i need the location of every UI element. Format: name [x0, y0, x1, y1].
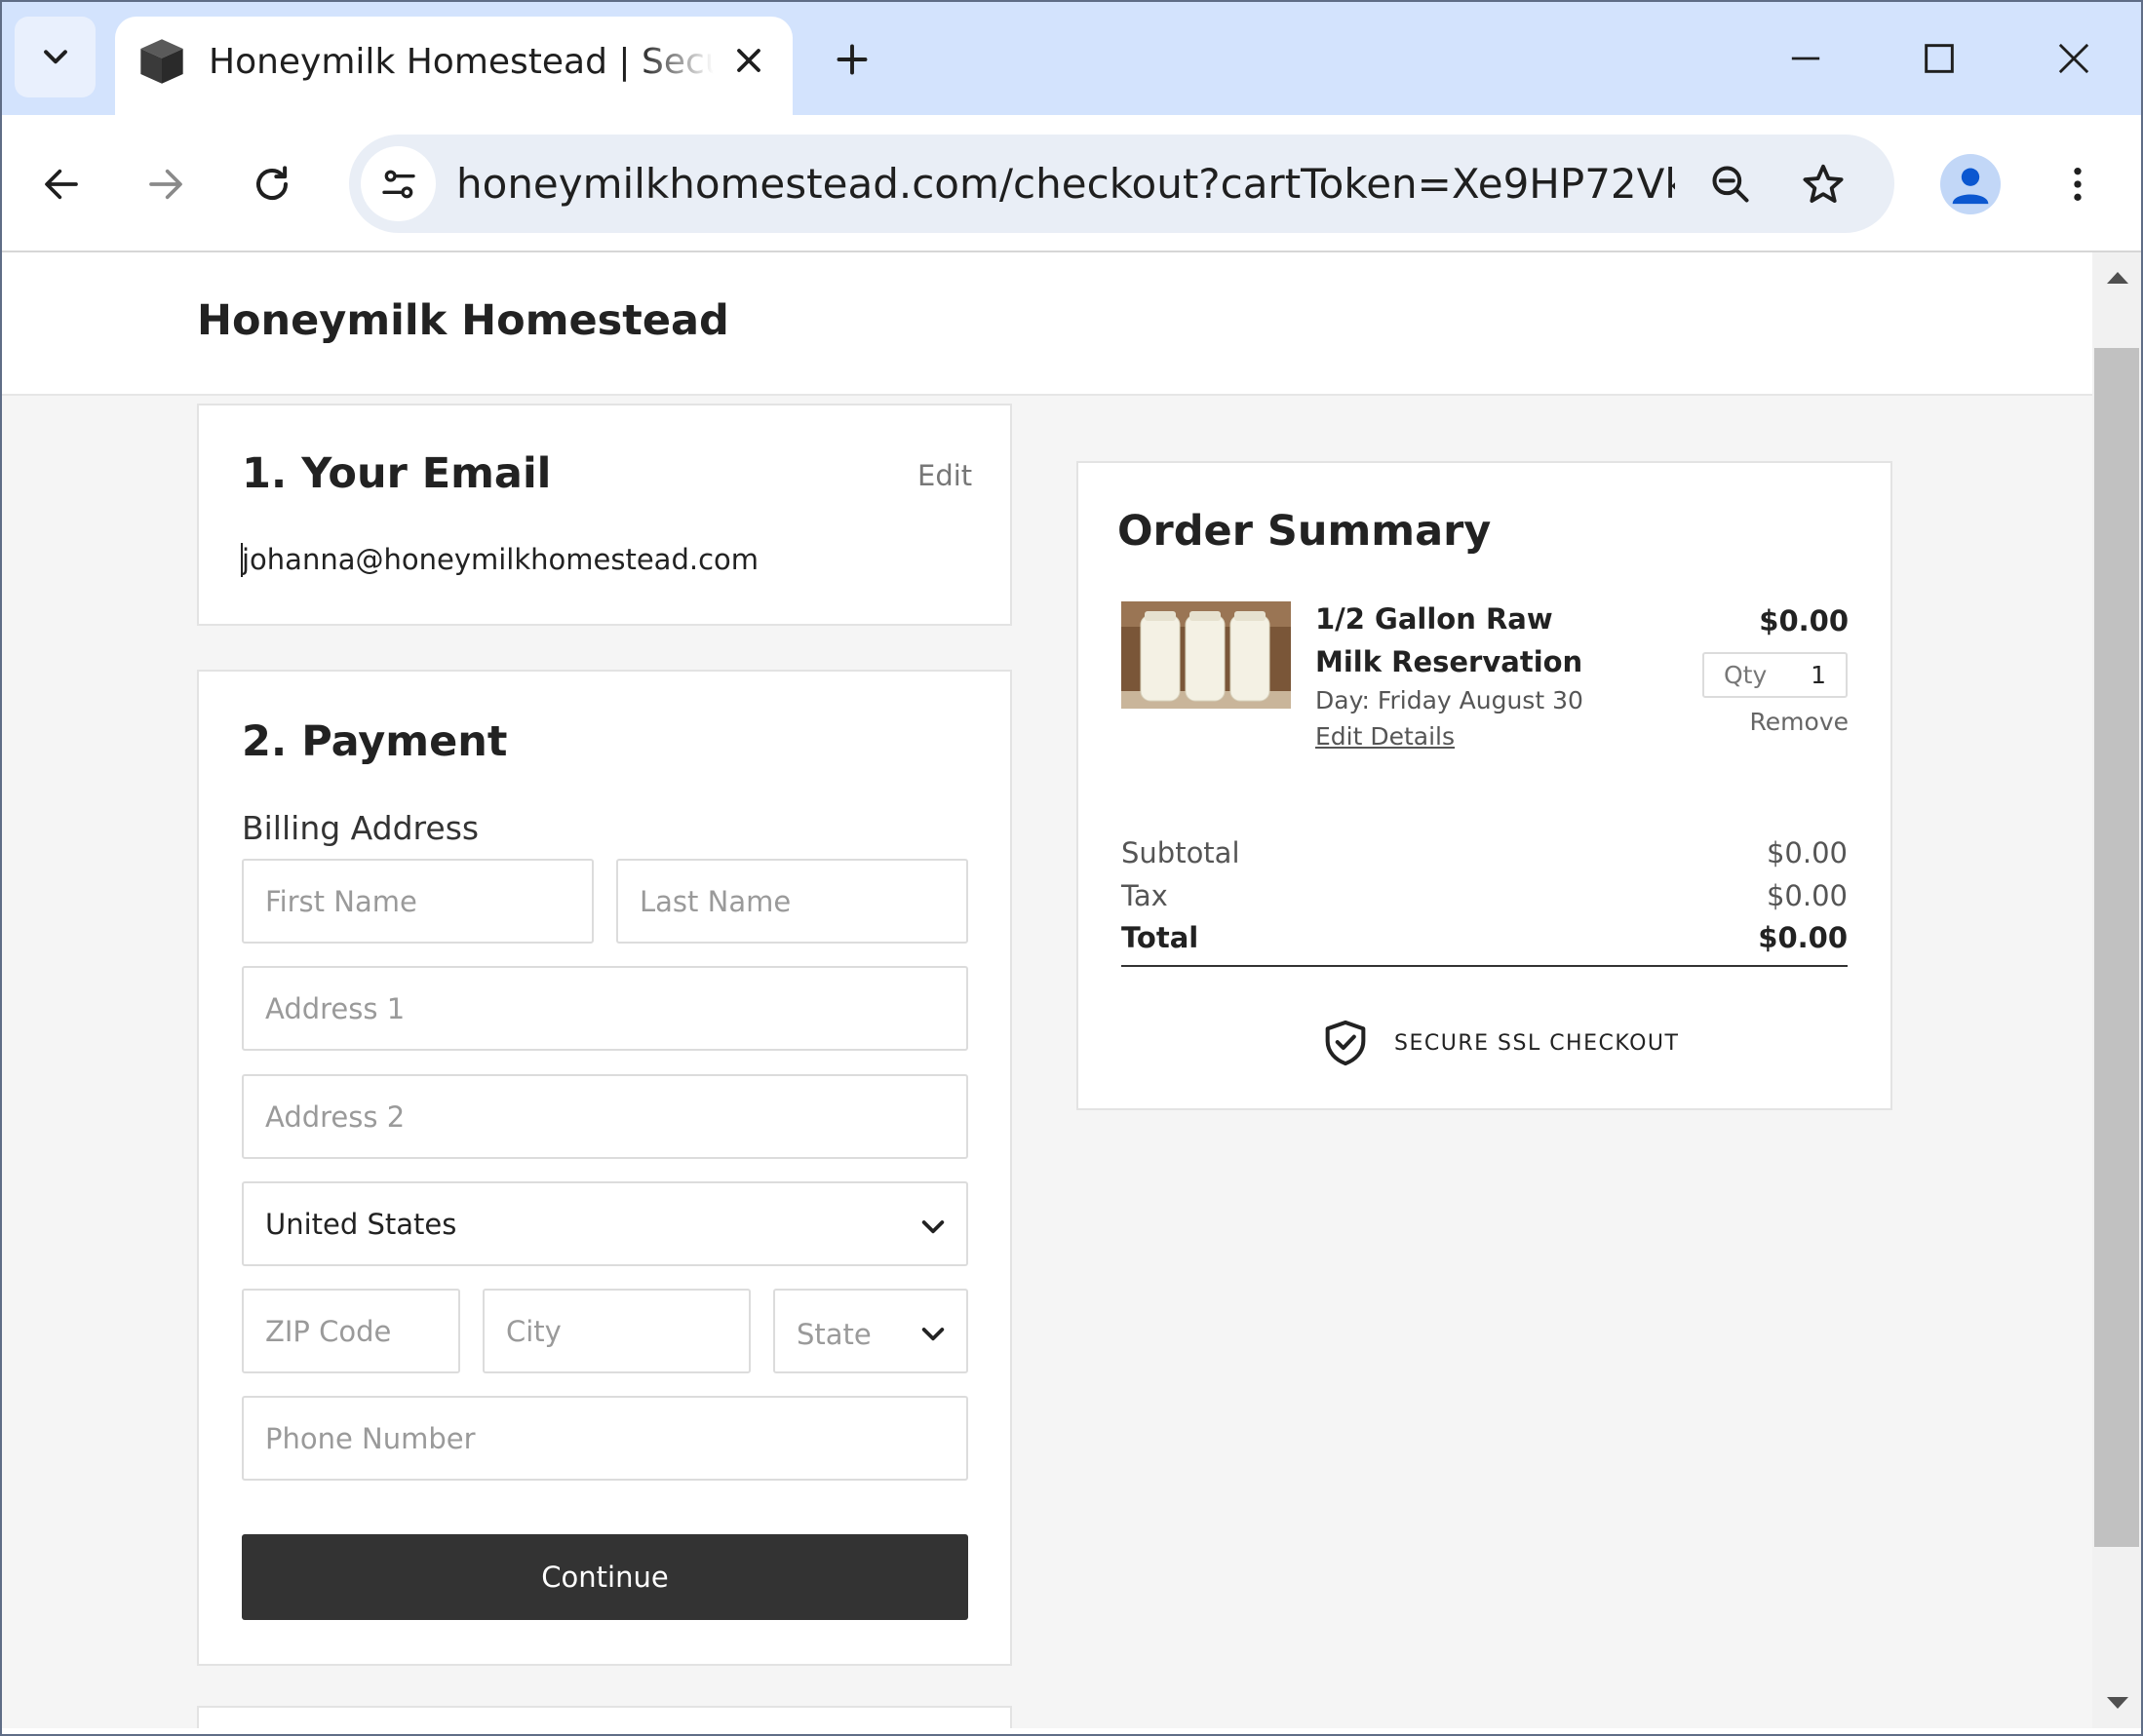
item-day: Day: Friday August 30 [1315, 686, 1583, 714]
city-field[interactable]: City [483, 1289, 751, 1373]
tax-value: $0.00 [1766, 879, 1848, 912]
reload-button[interactable] [238, 150, 306, 218]
arrow-left-icon [45, 169, 78, 200]
total-value: $0.00 [1758, 921, 1848, 954]
minimize-button[interactable] [1772, 24, 1840, 93]
secure-checkout-badge: SECURE SSL CHECKOUT [1324, 1017, 1679, 1069]
person-icon [1952, 168, 1989, 205]
maximize-icon [1925, 44, 1954, 73]
close-icon [2058, 43, 2089, 74]
arrow-right-icon [149, 169, 182, 200]
chevron-down-icon [43, 49, 67, 63]
city-placeholder: City [506, 1315, 562, 1348]
summary-divider [1121, 965, 1848, 967]
site-info-button[interactable] [361, 146, 436, 221]
remove-item-link[interactable]: Remove [1750, 705, 1849, 740]
qty-label: Qty [1724, 661, 1768, 689]
chevron-down-icon [921, 1328, 945, 1341]
tune-icon [381, 170, 415, 198]
star-icon [1803, 164, 1844, 203]
tax-row: Tax $0.00 [1121, 876, 1848, 915]
tax-label: Tax [1121, 879, 1168, 912]
total-label: Total [1121, 921, 1199, 954]
zip-code-field[interactable]: ZIP Code [242, 1289, 460, 1373]
cube-icon [140, 39, 183, 84]
secure-checkout-label: SECURE SSL CHECKOUT [1394, 1030, 1680, 1056]
browser-toolbar: honeymilkhomestead.com/checkout?cartToke… [0, 115, 2143, 252]
scroll-up-button[interactable] [2092, 252, 2143, 303]
next-section-card [197, 1706, 1012, 1728]
payment-section: 2. Payment Billing Address First Name La… [197, 670, 1012, 1666]
plus-icon [837, 44, 868, 75]
tab-strip: Honeymilk Homestead | Secure Checkout [0, 0, 2143, 115]
total-row: Total $0.00 [1121, 918, 1848, 957]
scroll-thumb[interactable] [2094, 348, 2139, 1547]
back-button[interactable] [27, 150, 96, 218]
close-icon [737, 49, 760, 72]
email-section: 1. Your Email Edit johanna@honeymilkhome… [197, 404, 1012, 626]
item-price: $0.00 [1759, 604, 1849, 637]
scroll-down-button[interactable] [2092, 1678, 2143, 1728]
triangle-up-icon [2107, 272, 2128, 284]
minimize-icon [1791, 57, 1820, 60]
shield-check-icon [1325, 1020, 1366, 1066]
continue-button[interactable]: Continue [242, 1534, 968, 1620]
close-window-button[interactable] [2040, 24, 2108, 93]
last-name-field[interactable]: Last Name [616, 859, 968, 944]
first-name-placeholder: First Name [265, 885, 417, 918]
address-bar[interactable]: honeymilkhomestead.com/checkout?cartToke… [349, 135, 1894, 233]
profile-button[interactable] [1940, 154, 2001, 214]
subtotal-row: Subtotal $0.00 [1121, 833, 1848, 872]
bookmark-button[interactable] [1789, 150, 1857, 218]
new-tab-button[interactable] [822, 29, 882, 90]
product-image [1121, 601, 1291, 709]
browser-menu-button[interactable] [2044, 150, 2112, 218]
first-name-field[interactable]: First Name [242, 859, 594, 944]
tab-close-button[interactable] [721, 33, 776, 88]
page-scrollbar[interactable] [2092, 252, 2143, 1728]
state-placeholder: State [797, 1318, 872, 1351]
text-caret [241, 543, 243, 577]
chevron-down-icon [921, 1220, 945, 1234]
quantity-field[interactable]: Qty 1 [1702, 652, 1848, 698]
last-name-placeholder: Last Name [640, 885, 792, 918]
address1-field[interactable]: Address 1 [242, 966, 968, 1051]
zoom-out-icon [1712, 166, 1749, 203]
address1-placeholder: Address 1 [265, 992, 406, 1025]
site-title[interactable]: Honeymilk Homestead [197, 291, 729, 350]
milk-jars-image [1121, 601, 1291, 709]
zoom-button[interactable] [1696, 150, 1765, 218]
tab-title: Honeymilk Homestead | Secure Checkout [209, 42, 714, 82]
subtotal-value: $0.00 [1766, 836, 1848, 869]
billing-address-label: Billing Address [242, 809, 480, 847]
edit-details-link[interactable]: Edit Details [1315, 719, 1455, 754]
order-summary: Order Summary 1/2 Gallon Raw Milk Reserv… [1076, 461, 1892, 1110]
phone-number-field[interactable]: Phone Number [242, 1396, 968, 1481]
url-text[interactable]: honeymilkhomestead.com/checkout?cartToke… [456, 157, 1675, 212]
tab-search-button[interactable] [15, 17, 96, 97]
triangle-down-icon [2107, 1697, 2128, 1709]
state-select[interactable]: State [773, 1289, 968, 1373]
address2-placeholder: Address 2 [265, 1100, 406, 1134]
country-value: United States [265, 1208, 457, 1241]
edit-email-link[interactable]: Edit [917, 456, 972, 495]
subtotal-label: Subtotal [1121, 836, 1240, 869]
zip-code-placeholder: ZIP Code [265, 1315, 392, 1348]
address2-field[interactable]: Address 2 [242, 1074, 968, 1159]
active-tab[interactable]: Honeymilk Homestead | Secure Checkout [115, 17, 793, 115]
phone-number-placeholder: Phone Number [265, 1422, 476, 1455]
country-select[interactable]: United States [242, 1181, 968, 1266]
email-heading: 1. Your Email [242, 449, 552, 498]
reload-icon [256, 166, 289, 201]
forward-button[interactable] [132, 150, 200, 218]
payment-heading: 2. Payment [242, 717, 508, 766]
site-header: Honeymilk Homestead [0, 252, 2092, 396]
item-name: 1/2 Gallon Raw Milk Reservation [1315, 602, 1583, 678]
order-summary-title: Order Summary [1117, 507, 1492, 556]
maximize-button[interactable] [1905, 24, 1973, 93]
kebab-menu-icon [2074, 168, 2082, 201]
qty-value: 1 [1811, 661, 1826, 689]
email-value: johanna@honeymilkhomestead.com [242, 543, 760, 576]
page-viewport: Honeymilk Homestead 1. Your Email Edit j… [0, 252, 2092, 1728]
